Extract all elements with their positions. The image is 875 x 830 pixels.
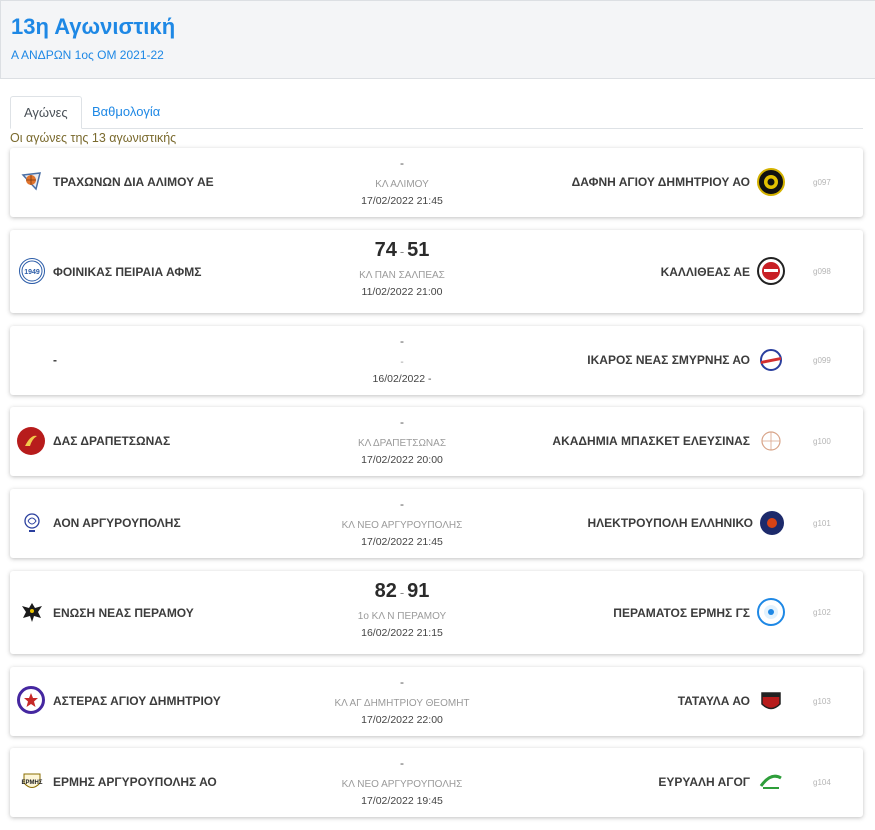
ikaros-logo-icon bbox=[757, 346, 785, 374]
away-team[interactable]: ΕΥΡΥΑΛΗ ΑΓΟΓ bbox=[658, 775, 750, 789]
match-code: g102 bbox=[813, 608, 831, 617]
away-team[interactable]: ΤΑΤΑΥΛΑ ΑΟ bbox=[678, 694, 750, 708]
page-title: 13η Αγωνιστική bbox=[11, 14, 176, 39]
evryali-logo-icon bbox=[757, 768, 785, 796]
match-info: - ΚΛ ΝΕΟ ΑΡΓΥΡΟΥΠΟΛΗΣ 17/02/2022 19:45 bbox=[302, 755, 502, 809]
match-card[interactable]: ΔΑΣ ΔΡΑΠΕΤΣΩΝΑΣ - ΚΛ ΔΡΑΠΕΤΣΩΝΑΣ 17/02/2… bbox=[10, 407, 863, 476]
page-header: 13η Αγωνιστική Α ΑΝΔΡΩΝ 1ος ΟΜ 2021-22 bbox=[0, 0, 875, 79]
home-score: 82 bbox=[374, 580, 397, 602]
home-team[interactable]: ΕΡΜΗΣ ΑΡΓΥΡΟΥΠΟΛΗΣ ΑΟ bbox=[53, 775, 217, 789]
away-team[interactable]: ΔΑΦΝΗ ΑΓΙΟΥ ΔΗΜΗΤΡΙΟΥ ΑΟ bbox=[572, 175, 750, 189]
academy-logo-icon bbox=[757, 427, 785, 455]
match-card[interactable]: ΕΝΩΣΗ ΝΕΑΣ ΠΕΡΑΜΟΥ 82-91 1ο ΚΛ Ν ΠΕΡΑΜΟΥ… bbox=[10, 571, 863, 654]
venue: ΚΛ ΠΑΝ ΣΑΛΠΕΑΣ bbox=[359, 270, 445, 281]
score-placeholder: - bbox=[400, 334, 404, 348]
match-code: g097 bbox=[813, 178, 831, 187]
away-score: 91 bbox=[407, 580, 430, 602]
svg-text:1949: 1949 bbox=[24, 269, 40, 276]
match-info: - ΚΛ ΝΕΟ ΑΡΓΥΡΟΥΠΟΛΗΣ 17/02/2022 21:45 bbox=[302, 496, 502, 550]
away-team[interactable]: ΠΕΡΑΜΑΤΟΣ ΕΡΜΗΣ ΓΣ bbox=[613, 606, 750, 620]
match-code: g100 bbox=[813, 437, 831, 446]
tatavla-logo-icon bbox=[757, 687, 785, 715]
match-card[interactable]: ΤΡΑΧΩΝΩΝ ΔΙΑ ΑΛΙΜΟΥ ΑΕ - ΚΛ ΑΛΙΜΟΥ 17/02… bbox=[10, 148, 863, 217]
round-note: Οι αγώνες της 13 αγωνιστικής bbox=[10, 131, 177, 145]
match-datetime: 11/02/2022 21:00 bbox=[361, 286, 443, 298]
away-team[interactable]: ΚΑΛΛΙΘΕΑΣ ΑΕ bbox=[661, 265, 750, 279]
venue: ΚΛ ΑΓ ΔΗΜΗΤΡΙΟΥ ΘΕΟΜΗΤ bbox=[334, 698, 470, 709]
aon-logo-icon bbox=[19, 509, 45, 535]
ermis-perama-logo-icon bbox=[757, 598, 785, 626]
das-logo-icon bbox=[17, 427, 45, 455]
star-logo-icon bbox=[17, 686, 45, 714]
match-card[interactable]: ΑΟΝ ΑΡΓΥΡΟΥΠΟΛΗΣ - ΚΛ ΝΕΟ ΑΡΓΥΡΟΥΠΟΛΗΣ 1… bbox=[10, 489, 863, 558]
score-placeholder: - bbox=[400, 675, 404, 689]
match-card[interactable]: ΑΣΤΕΡΑΣ ΑΓΙΟΥ ΔΗΜΗΤΡΙΟΥ - ΚΛ ΑΓ ΔΗΜΗΤΡΙΟ… bbox=[10, 667, 863, 736]
score-placeholder: - bbox=[400, 415, 404, 429]
ermis-logo-icon: ΕΡΜΗΣ bbox=[19, 768, 45, 794]
away-team[interactable]: ΙΚΑΡΟΣ ΝΕΑΣ ΣΜΥΡΝΗΣ ΑΟ bbox=[587, 353, 750, 367]
away-team[interactable]: ΑΚΑΔΗΜΙΑ ΜΠΑΣΚΕΤ ΕΛΕΥΣΙΝΑΣ bbox=[552, 434, 750, 448]
basketball-logo-icon bbox=[19, 168, 45, 194]
tab-standings[interactable]: Βαθμολογία bbox=[79, 96, 173, 129]
home-team[interactable]: ΑΣΤΕΡΑΣ ΑΓΙΟΥ ΔΗΜΗΤΡΙΟΥ bbox=[53, 694, 221, 708]
match-datetime: 17/02/2022 21:45 bbox=[361, 536, 443, 548]
match-info: 82-91 1ο ΚΛ Ν ΠΕΡΑΜΟΥ 16/02/2022 21:15 bbox=[302, 580, 502, 641]
venue: 1ο ΚΛ Ν ΠΕΡΑΜΟΥ bbox=[357, 611, 447, 622]
home-team[interactable]: ΔΑΣ ΔΡΑΠΕΤΣΩΝΑΣ bbox=[53, 434, 170, 448]
match-datetime: 16/02/2022 - bbox=[372, 373, 432, 385]
match-card[interactable]: ΕΡΜΗΣ ΕΡΜΗΣ ΑΡΓΥΡΟΥΠΟΛΗΣ ΑΟ - ΚΛ ΝΕΟ ΑΡΓ… bbox=[10, 748, 863, 817]
match-datetime: 17/02/2022 21:45 bbox=[361, 195, 443, 207]
venue: ΚΛ ΝΕΟ ΑΡΓΥΡΟΥΠΟΛΗΣ bbox=[341, 779, 463, 790]
score-separator: - bbox=[399, 244, 405, 259]
score-placeholder: - bbox=[400, 156, 404, 170]
match-code: g099 bbox=[813, 356, 831, 365]
home-team[interactable]: ΤΡΑΧΩΝΩΝ ΔΙΑ ΑΛΙΜΟΥ ΑΕ bbox=[53, 175, 214, 189]
home-team[interactable]: ΦΟΙΝΙΚΑΣ ΠΕΙΡΑΙΑ ΑΦΜΣ bbox=[53, 265, 201, 279]
match-info: 74-51 ΚΛ ΠΑΝ ΣΑΛΠΕΑΣ 11/02/2022 21:00 bbox=[302, 239, 502, 300]
score-placeholder: - bbox=[400, 497, 404, 511]
score-separator: - bbox=[399, 585, 405, 600]
match-datetime: 17/02/2022 19:45 bbox=[361, 795, 443, 807]
match-info: - - 16/02/2022 - bbox=[302, 333, 502, 387]
match-card[interactable]: - - - 16/02/2022 - ΙΚΑΡΟΣ ΝΕΑΣ ΣΜΥΡΝΗΣ Α… bbox=[10, 326, 863, 395]
venue: ΚΛ ΝΕΟ ΑΡΓΥΡΟΥΠΟΛΗΣ bbox=[341, 520, 463, 531]
home-score: 74 bbox=[374, 239, 397, 261]
final-score: 82-91 bbox=[302, 580, 502, 603]
final-score: 74-51 bbox=[302, 239, 502, 262]
home-team[interactable]: ΑΟΝ ΑΡΓΥΡΟΥΠΟΛΗΣ bbox=[53, 516, 181, 530]
phoenix-1949-logo-icon: 1949 bbox=[19, 258, 45, 284]
match-info: - ΚΛ ΑΛΙΜΟΥ 17/02/2022 21:45 bbox=[302, 155, 502, 209]
away-team[interactable]: ΗΛΕΚΤΡΟΥΠΟΛΗ ΕΛΛΗΝΙΚΟ bbox=[588, 516, 754, 530]
competition-link[interactable]: Α ΑΝΔΡΩΝ 1ος ΟΜ 2021-22 bbox=[11, 48, 164, 62]
match-datetime: 16/02/2022 21:15 bbox=[361, 627, 443, 639]
match-datetime: 17/02/2022 22:00 bbox=[361, 714, 443, 726]
match-info: - ΚΛ ΔΡΑΠΕΤΣΩΝΑΣ 17/02/2022 20:00 bbox=[302, 414, 502, 468]
home-team[interactable]: ΕΝΩΣΗ ΝΕΑΣ ΠΕΡΑΜΟΥ bbox=[53, 606, 194, 620]
eagle-logo-icon bbox=[19, 599, 45, 625]
venue: ΚΛ ΑΛΙΜΟΥ bbox=[375, 179, 429, 190]
score-placeholder: - bbox=[400, 756, 404, 770]
match-code: g098 bbox=[813, 267, 831, 276]
match-code: g103 bbox=[813, 697, 831, 706]
match-code: g101 bbox=[813, 519, 831, 528]
tabs-bar: Αγώνες Βαθμολογία bbox=[10, 96, 863, 129]
match-datetime: 17/02/2022 20:00 bbox=[361, 454, 443, 466]
tab-matches[interactable]: Αγώνες bbox=[10, 96, 82, 129]
venue: - bbox=[400, 357, 404, 368]
match-info: - ΚΛ ΑΓ ΔΗΜΗΤΡΙΟΥ ΘΕΟΜΗΤ 17/02/2022 22:0… bbox=[302, 674, 502, 728]
ilektroupoli-logo-icon bbox=[760, 511, 784, 535]
kallithea-logo-icon bbox=[757, 257, 785, 285]
away-score: 51 bbox=[407, 239, 430, 261]
match-card[interactable]: 1949 ΦΟΙΝΙΚΑΣ ΠΕΙΡΑΙΑ ΑΦΜΣ 74-51 ΚΛ ΠΑΝ … bbox=[10, 230, 863, 313]
svg-text:ΕΡΜΗΣ: ΕΡΜΗΣ bbox=[22, 780, 43, 786]
home-team[interactable]: - bbox=[53, 353, 57, 367]
venue: ΚΛ ΔΡΑΠΕΤΣΩΝΑΣ bbox=[357, 438, 447, 449]
match-code: g104 bbox=[813, 778, 831, 787]
daphne-crest-icon bbox=[757, 168, 785, 196]
